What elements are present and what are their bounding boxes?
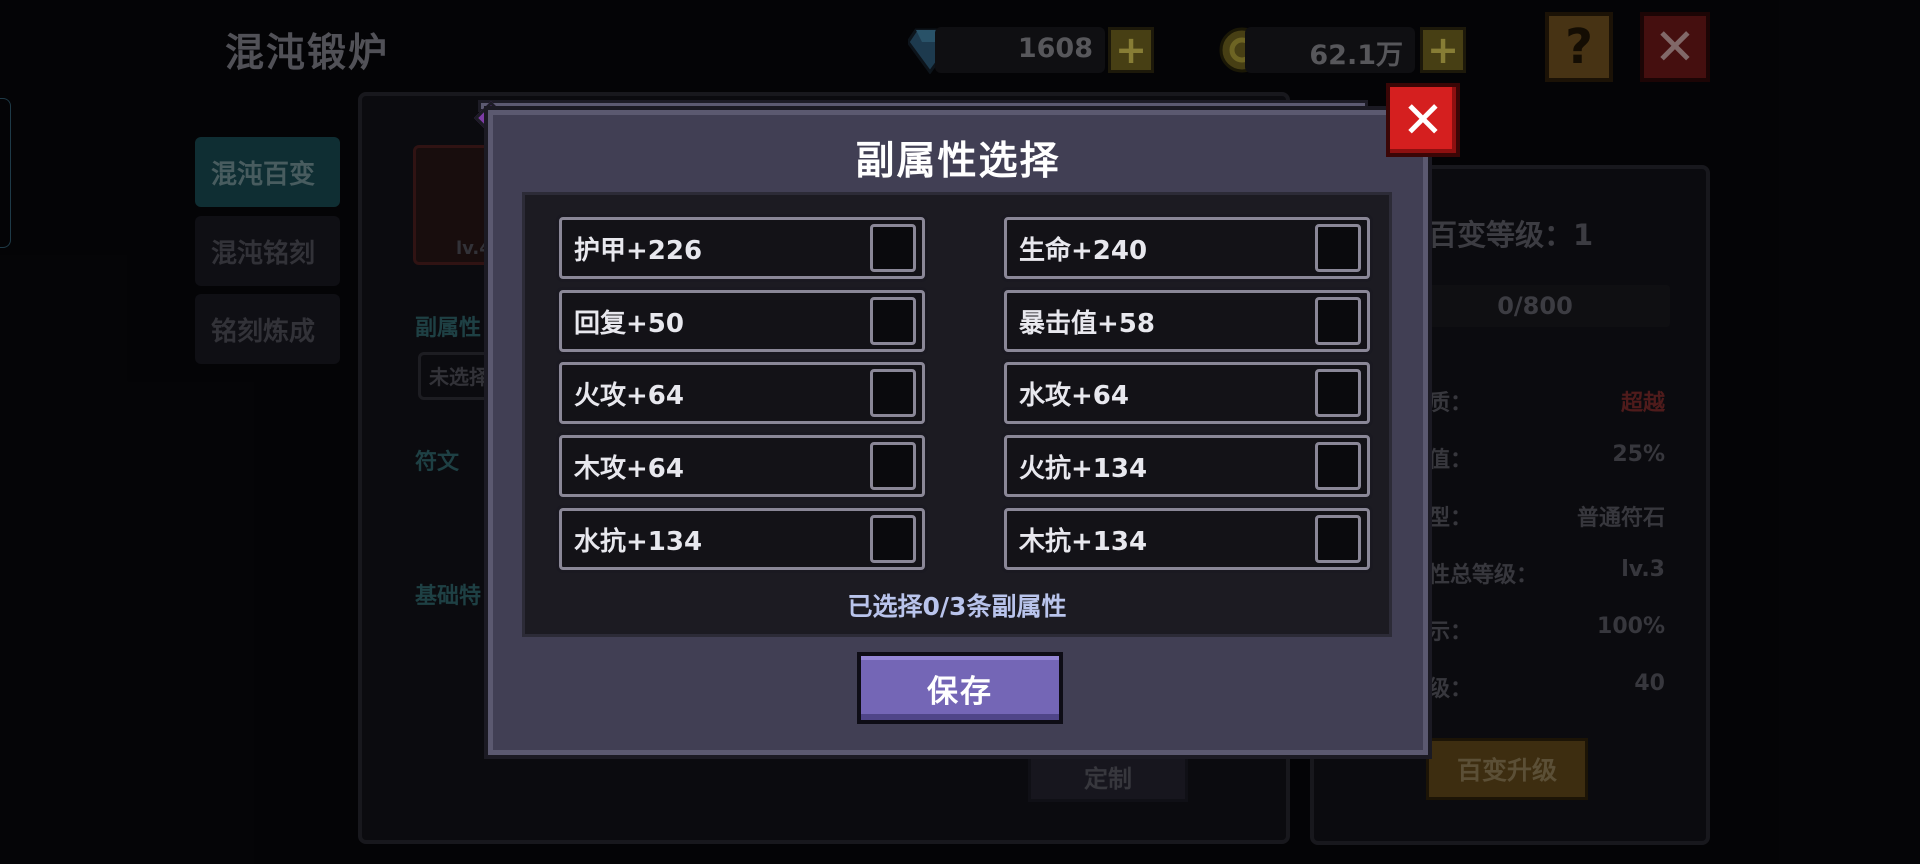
option-label: 水攻+64 xyxy=(1019,380,1129,411)
option-label: 火抗+134 xyxy=(1019,453,1148,484)
option-checkbox[interactable] xyxy=(870,515,916,563)
option-checkbox[interactable] xyxy=(870,369,916,417)
option-checkbox[interactable] xyxy=(870,224,916,272)
option-label: 暴击值+58 xyxy=(1019,308,1155,339)
option-label: 回复+50 xyxy=(574,308,684,339)
option-checkbox[interactable] xyxy=(1315,515,1361,563)
option-fire-resist[interactable]: 火抗+134 xyxy=(1004,435,1370,497)
option-checkbox[interactable] xyxy=(870,442,916,490)
option-water-attack[interactable]: 水攻+64 xyxy=(1004,362,1370,424)
dialog-title: 副属性选择 xyxy=(855,139,1061,184)
option-checkbox[interactable] xyxy=(1315,442,1361,490)
option-armor[interactable]: 护甲+226 xyxy=(559,217,925,279)
option-label: 护甲+226 xyxy=(574,235,703,266)
option-water-resist[interactable]: 水抗+134 xyxy=(559,508,925,570)
option-wood-attack[interactable]: 木攻+64 xyxy=(559,435,925,497)
option-checkbox[interactable] xyxy=(1315,224,1361,272)
option-hp[interactable]: 生命+240 xyxy=(1004,217,1370,279)
option-label: 生命+240 xyxy=(1019,235,1148,266)
option-crit[interactable]: 暴击值+58 xyxy=(1004,290,1370,352)
option-label: 水抗+134 xyxy=(574,526,703,557)
save-button[interactable]: 保存 xyxy=(857,652,1063,724)
option-regen[interactable]: 回复+50 xyxy=(559,290,925,352)
option-fire-attack[interactable]: 火攻+64 xyxy=(559,362,925,424)
option-checkbox[interactable] xyxy=(870,297,916,345)
selection-count: 已选择0/3条副属性 xyxy=(847,592,1067,621)
option-label: 木攻+64 xyxy=(574,453,684,484)
option-label: 火攻+64 xyxy=(574,380,684,411)
option-label: 木抗+134 xyxy=(1019,526,1148,557)
option-checkbox[interactable] xyxy=(1315,369,1361,417)
option-checkbox[interactable] xyxy=(1315,297,1361,345)
option-wood-resist[interactable]: 木抗+134 xyxy=(1004,508,1370,570)
dialog-close-button[interactable]: ✕ xyxy=(1386,83,1460,157)
